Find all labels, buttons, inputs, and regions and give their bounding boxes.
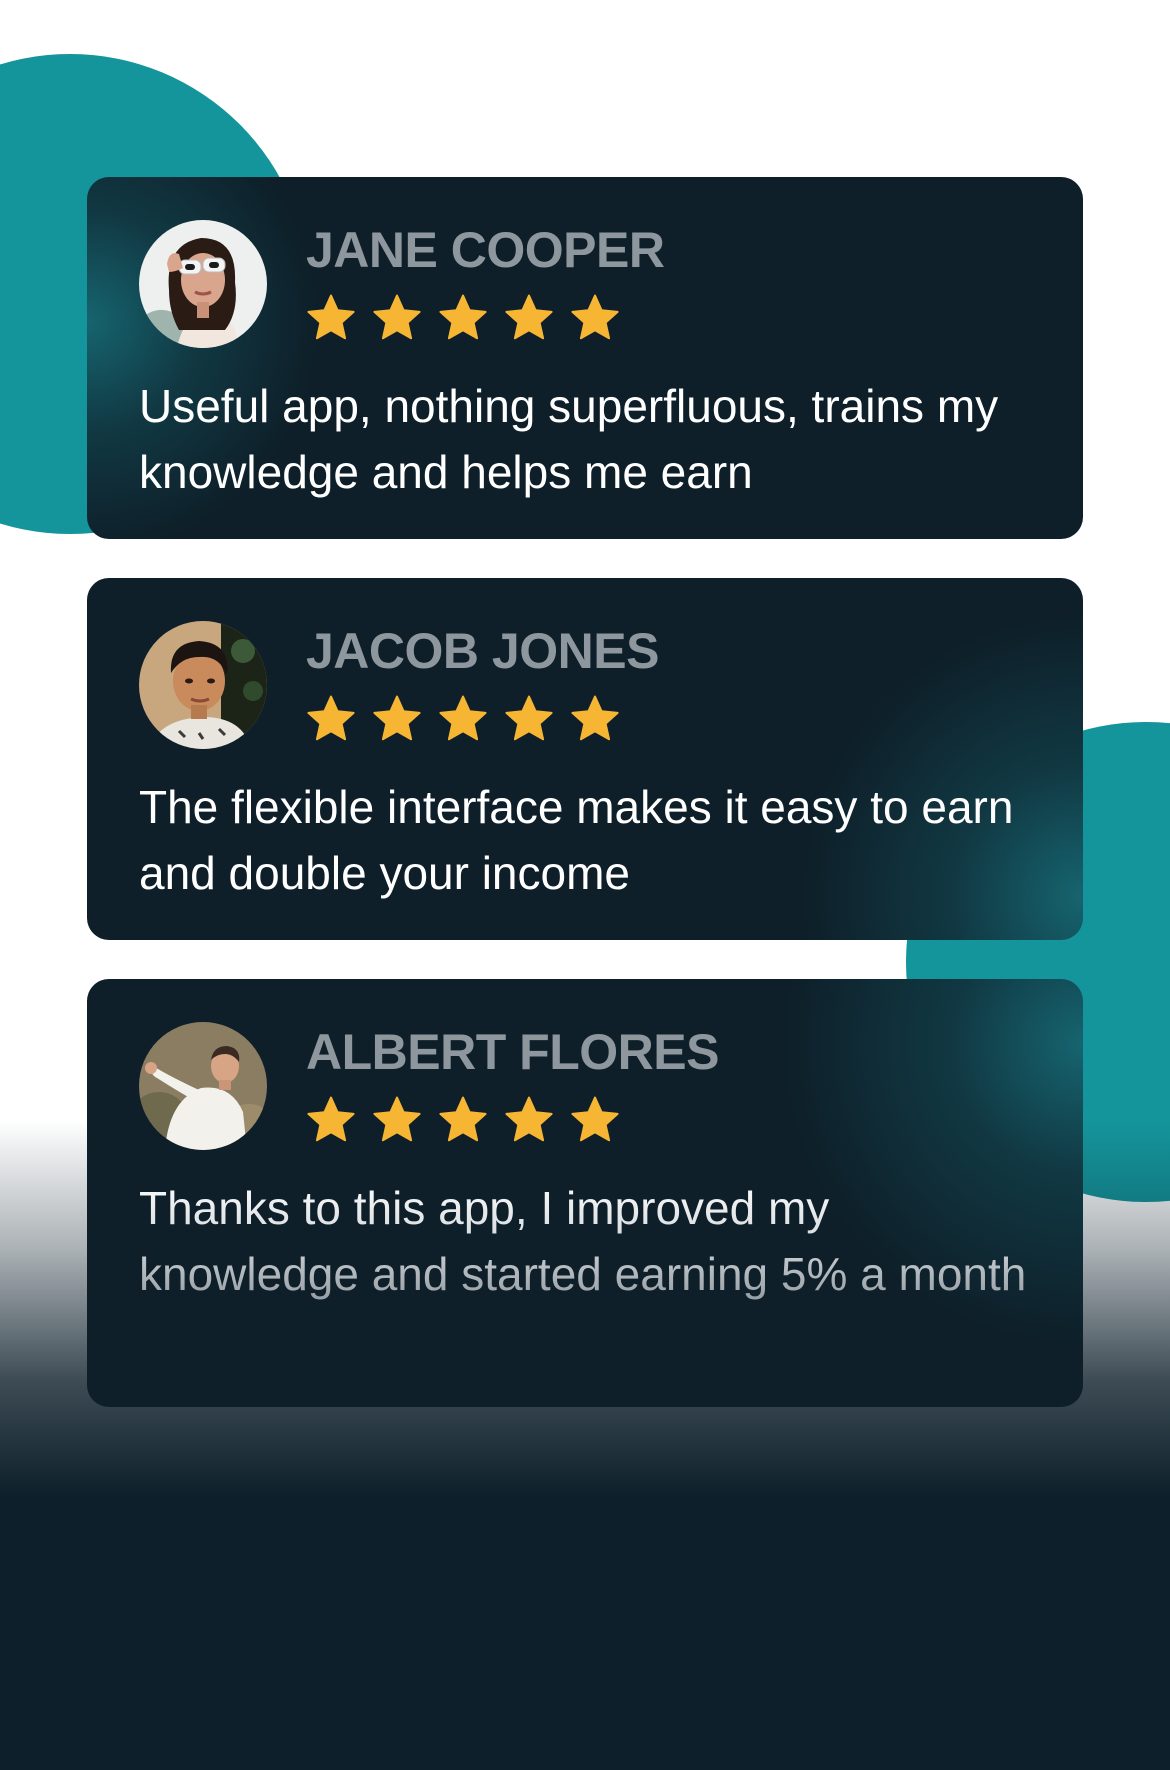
star-icon — [373, 695, 421, 741]
review-text: The flexible interface makes it easy to … — [139, 781, 1014, 899]
star-icon — [307, 294, 355, 340]
star-rating — [306, 1095, 620, 1145]
reviewer-name: JANE COOPER — [306, 222, 665, 278]
star-icon — [505, 695, 553, 741]
star-icon — [307, 1096, 355, 1142]
avatar — [139, 1022, 267, 1150]
man-white-shirt-avatar-icon — [139, 1022, 267, 1150]
star-icon — [571, 1096, 619, 1142]
star-icon — [373, 294, 421, 340]
reviews-page: JANE COOPER Useful app, nothing superflu… — [0, 0, 1170, 1770]
review-text: Thanks to this app, I improved my knowle… — [139, 1175, 1039, 1307]
star-rating — [306, 694, 620, 744]
young-man-avatar-icon — [139, 621, 267, 749]
review-card-jacob-jones: JACOB JONES The flexible interface makes… — [87, 578, 1083, 940]
star-icon — [439, 695, 487, 741]
avatar — [139, 220, 267, 348]
star-icon — [307, 695, 355, 741]
woman-with-sunglasses-avatar-icon — [139, 220, 267, 348]
star-icon — [373, 1096, 421, 1142]
star-icon — [571, 695, 619, 741]
star-icon — [505, 1096, 553, 1142]
star-icon — [439, 1096, 487, 1142]
review-card-jane-cooper: JANE COOPER Useful app, nothing superflu… — [87, 177, 1083, 539]
review-text: Useful app, nothing superfluous, trains … — [139, 380, 999, 498]
star-icon — [439, 294, 487, 340]
reviewer-name: JACOB JONES — [306, 623, 659, 679]
reviewer-name: ALBERT FLORES — [306, 1024, 719, 1080]
avatar — [139, 621, 267, 749]
review-card-albert-flores: ALBERT FLORES Thanks to this app, I impr… — [87, 979, 1083, 1407]
star-icon — [571, 294, 619, 340]
star-rating — [306, 293, 620, 343]
star-icon — [505, 294, 553, 340]
